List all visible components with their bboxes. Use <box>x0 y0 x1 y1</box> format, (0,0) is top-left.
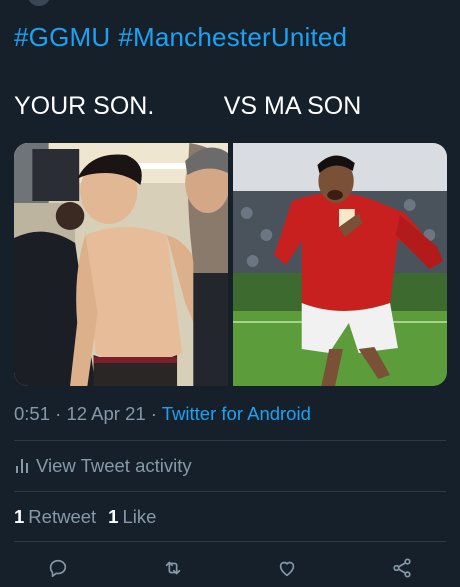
retweet-icon <box>165 561 181 575</box>
reply-icon <box>49 559 67 578</box>
meta-separator: · <box>145 403 162 424</box>
tweet-caption: YOUR SON. VS MA SON <box>14 92 362 120</box>
tweet-stats: 1 Retweet 1 Like <box>14 506 156 528</box>
tweet-hashtags: #GGMU #ManchesterUnited <box>14 22 355 53</box>
hashtag-link[interactable]: #GGMU <box>14 22 110 52</box>
share-icon <box>393 558 411 578</box>
previous-avatar-edge <box>28 0 50 6</box>
like-button[interactable] <box>272 553 302 583</box>
divider <box>14 491 446 492</box>
photo-crying-player[interactable] <box>14 143 228 386</box>
tweet-source-link[interactable]: Twitter for Android <box>162 403 311 424</box>
heart-icon <box>279 561 295 577</box>
retweets-label: Retweet <box>28 506 97 527</box>
tweet-date[interactable]: 12 Apr 21 <box>66 403 145 424</box>
retweet-button[interactable] <box>158 553 188 583</box>
tweet-timestamp: 0:51 · 12 Apr 21 · Twitter for Android <box>14 403 311 425</box>
divider <box>14 541 446 542</box>
likes-label: Like <box>122 506 157 527</box>
photo-celebrating-player[interactable] <box>233 143 447 386</box>
tweet-media <box>14 143 447 386</box>
activity-label: View Tweet activity <box>36 455 192 476</box>
retweets-stat[interactable]: 1 Retweet <box>14 506 96 527</box>
reply-button[interactable] <box>43 553 73 583</box>
tweet-actions <box>0 553 460 583</box>
meta-separator: · <box>50 403 67 424</box>
tweet-time[interactable]: 0:51 <box>14 403 50 424</box>
view-tweet-activity-link[interactable]: View Tweet activity <box>16 455 192 477</box>
likes-stat[interactable]: 1 Like <box>108 506 156 527</box>
hashtag-link[interactable]: #ManchesterUnited <box>118 22 347 52</box>
divider <box>14 440 446 441</box>
bar-chart-icon <box>16 459 28 473</box>
share-button[interactable] <box>387 553 417 583</box>
likes-count: 1 <box>108 506 119 527</box>
retweets-count: 1 <box>14 506 25 527</box>
